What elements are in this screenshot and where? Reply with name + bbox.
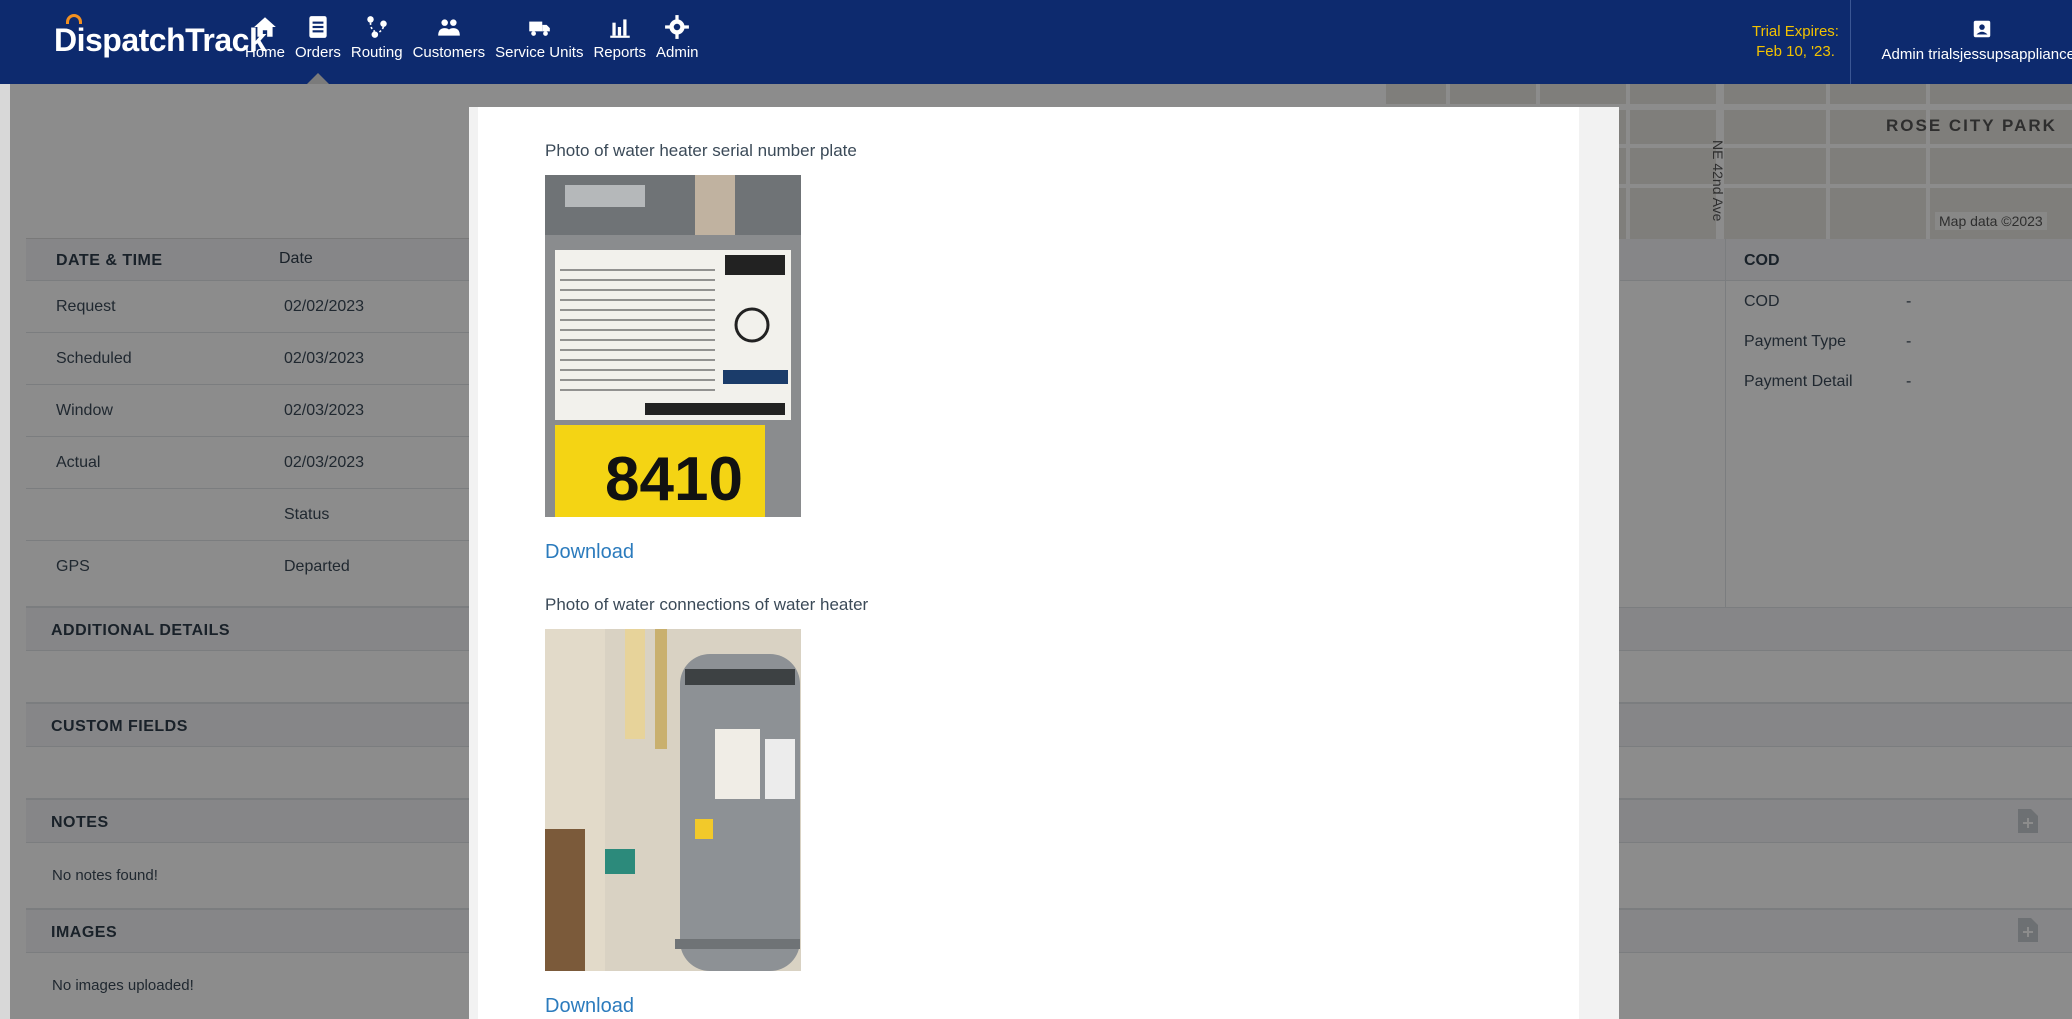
routing-icon [366,16,387,38]
nav-customers[interactable]: Customers [408,14,491,84]
photo-serial-plate[interactable]: 8410 [545,175,801,517]
orders-icon [309,16,327,38]
reports-icon [609,19,630,38]
photo-label-connections: Photo of water connections of water heat… [545,595,869,614]
plate-number: 8410 [605,445,743,514]
download-link-connections[interactable]: Download [545,995,634,1018]
customers-icon [437,19,460,36]
trial-expiry: Trial Expires: Feb 10, '23. [1752,23,1839,60]
gear-icon [665,15,690,39]
user-menu[interactable]: Admin trialsjessupsappliances [1872,18,2072,63]
top-nav-bar: DispatchTrack Home Orders Routing Custom… [0,0,2072,85]
user-card-icon [1973,20,1991,38]
download-link-serial[interactable]: Download [545,541,634,564]
nav-admin[interactable]: Admin [651,14,704,84]
truck-icon [529,21,551,36]
nav-reports[interactable]: Reports [588,14,651,84]
app-logo[interactable]: DispatchTrack [54,22,267,59]
home-icon [254,17,276,37]
nav-routing[interactable]: Routing [346,14,408,84]
photo-modal-content: Photo of water heater serial number plat… [478,107,1579,1019]
divider [1850,0,1851,84]
nav-orders[interactable]: Orders [290,14,346,85]
photo-modal: Photo of water heater serial number plat… [469,107,1619,1019]
modal-scrollbar[interactable] [1579,107,1619,1019]
nav-service-units[interactable]: Service Units [490,14,588,84]
page-edge [0,84,10,1019]
photo-label-serial: Photo of water heater serial number plat… [545,141,857,160]
photo-water-connections[interactable] [545,629,801,971]
nav-home[interactable]: Home [240,14,290,84]
main-nav: Home Orders Routing Customers Service Un… [240,14,704,85]
